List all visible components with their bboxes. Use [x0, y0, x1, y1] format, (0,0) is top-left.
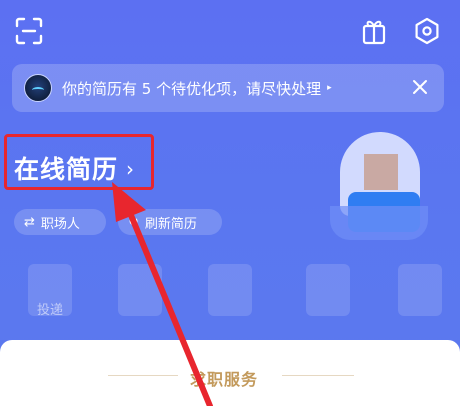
section-title: 求职服务 — [190, 370, 259, 389]
scan-icon[interactable] — [14, 16, 44, 46]
refresh-resume-button[interactable]: ↻ 刷新简历 — [118, 209, 222, 235]
resume-notice-bar[interactable]: 你的简历有 5 个待优化项，请尽快处理 ▸ — [12, 64, 444, 112]
highlight-box — [4, 134, 154, 190]
assistant-avatar-icon — [24, 74, 52, 102]
settings-icon[interactable] — [412, 16, 442, 46]
notice-caret-icon: ▸ — [327, 83, 332, 93]
stat-item[interactable] — [306, 264, 350, 316]
switch-identity-button[interactable]: ⇄ 职场人 — [14, 209, 106, 235]
stat-item[interactable] — [208, 264, 252, 316]
close-icon[interactable] — [410, 77, 430, 97]
refresh-resume-label: 刷新简历 — [144, 216, 197, 232]
stat-label: 投递 — [36, 303, 63, 318]
stat-item[interactable] — [398, 264, 442, 316]
swap-icon: ⇄ — [24, 214, 35, 230]
job-services-card: 求职服务 — [0, 340, 460, 406]
stat-item[interactable]: 投递 — [28, 264, 72, 318]
stat-item[interactable] — [118, 264, 162, 316]
avatar[interactable] — [330, 132, 428, 240]
refresh-icon: ↻ — [128, 214, 139, 230]
gift-icon[interactable] — [359, 16, 389, 46]
divider — [282, 375, 354, 376]
divider — [108, 375, 178, 376]
notice-text: 你的简历有 5 个待优化项，请尽快处理 — [62, 79, 322, 98]
switch-identity-label: 职场人 — [40, 216, 80, 232]
